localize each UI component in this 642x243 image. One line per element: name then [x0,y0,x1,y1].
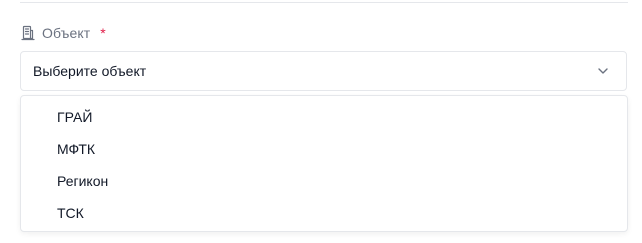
option-regikon[interactable]: Регикон [21,165,627,197]
option-label: ГРАЙ [57,109,93,125]
building-icon [20,25,36,41]
option-tsk[interactable]: ТСК [21,197,627,229]
option-label: МФТК [57,141,96,157]
object-select[interactable]: Выберите объект [20,51,627,91]
top-divider [20,2,628,3]
chevron-down-icon[interactable] [596,64,610,78]
option-grai[interactable]: ГРАЙ [21,101,627,133]
option-label: Регикон [57,173,109,189]
select-placeholder: Выберите объект [33,63,147,79]
option-label: ТСК [57,205,84,221]
object-field-label: Объект * [20,24,106,42]
field-label-text: Объект [42,25,91,41]
object-dropdown-menu: ГРАЙ МФТК Регикон ТСК [20,95,628,232]
object-select-field: Объект * Выберите объект ГРАЙ МФТК Регик… [0,0,642,243]
required-mark: * [100,25,106,41]
option-mftk[interactable]: МФТК [21,133,627,165]
